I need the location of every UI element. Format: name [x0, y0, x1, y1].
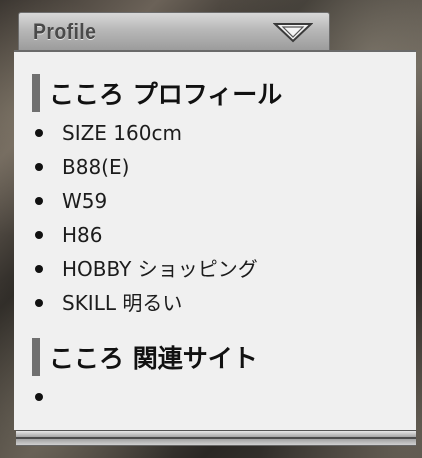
widget-footer-bar — [16, 430, 416, 446]
bullet-icon — [35, 129, 43, 137]
widget-title: Profile — [33, 19, 97, 44]
widget-tab-header[interactable]: Profile — [18, 12, 330, 50]
profile-list: SIZE 160cm B88(E) W59 H86 HOBBY ショッピング S… — [14, 116, 258, 320]
list-item: SKILL 明るい — [14, 286, 258, 320]
bullet-icon — [35, 299, 43, 307]
bullet-icon — [35, 197, 43, 205]
footer-divider — [16, 437, 416, 439]
related-sites-list — [14, 380, 62, 414]
list-item: H86 — [14, 218, 258, 252]
list-item-text: HOBBY ショッピング — [62, 257, 258, 281]
section-heading-text: こころ 関連サイト — [49, 344, 258, 373]
bullet-icon — [35, 393, 43, 401]
list-item-text: H86 — [62, 223, 103, 247]
list-item: SIZE 160cm — [14, 116, 258, 150]
section-heading-text: こころ プロフィール — [49, 80, 283, 109]
bullet-icon — [35, 265, 43, 273]
list-item: HOBBY ショッピング — [14, 252, 258, 286]
triangle-down-icon[interactable] — [272, 21, 314, 43]
list-item: B88(E) — [14, 150, 258, 184]
list-item: W59 — [14, 184, 258, 218]
widget-panel: こころ プロフィール SIZE 160cm B88(E) W59 H86 HOB… — [14, 50, 416, 430]
list-item-text: W59 — [62, 189, 108, 213]
list-item-text: SKILL 明るい — [62, 291, 183, 315]
profile-widget: Profile こころ プロフィール SIZE 160cm B88(E) W59… — [14, 8, 416, 450]
section-heading-profile: こころ プロフィール — [32, 74, 282, 112]
list-item[interactable] — [14, 380, 62, 414]
heading-marker — [32, 74, 40, 112]
bullet-icon — [35, 163, 43, 171]
bullet-icon — [35, 231, 43, 239]
section-heading-related-sites: こころ 関連サイト — [32, 338, 258, 376]
list-item-text: SIZE 160cm — [62, 121, 182, 145]
heading-marker — [32, 338, 40, 376]
list-item-text: B88(E) — [62, 155, 130, 179]
